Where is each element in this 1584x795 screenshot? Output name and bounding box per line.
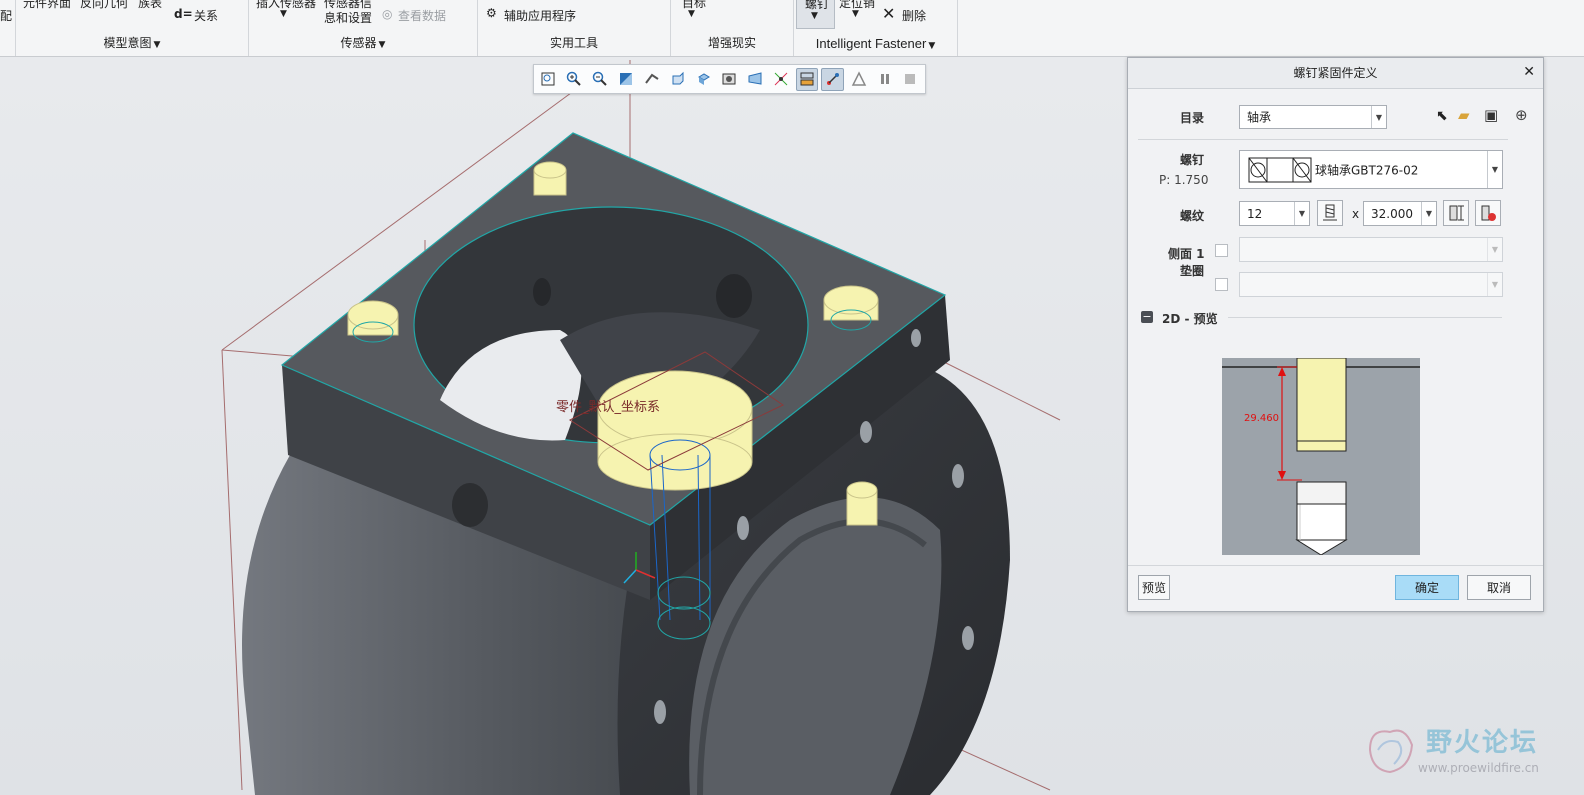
relations-button[interactable]: 关系	[194, 7, 218, 24]
side1-checkbox[interactable]	[1215, 244, 1228, 257]
delete-button[interactable]: 删除	[902, 7, 926, 24]
view-toolbar	[533, 64, 926, 94]
delete-icon: ✕	[882, 4, 896, 23]
dimension-label: 29.460	[1244, 413, 1279, 424]
chevron-down-icon: ▼	[1487, 238, 1502, 261]
chevron-down-icon: ▼	[1294, 202, 1309, 225]
chevron-down-icon: ▼	[1371, 106, 1386, 128]
thread-size-value: 12	[1247, 206, 1263, 221]
flip-geometry-button[interactable]: 反向几何	[80, 0, 128, 11]
csys-label: 零件_默认_坐标系	[556, 400, 661, 415]
divider	[1228, 317, 1502, 318]
sensor-info-button[interactable]: 息和设置	[324, 9, 372, 26]
thread-size-select[interactable]: 12 ▼	[1239, 201, 1310, 226]
component-interface-button[interactable]: 元件界面	[23, 0, 71, 11]
times-separator: x	[1352, 207, 1360, 221]
refit-icon[interactable]	[537, 68, 560, 91]
washer-label: 垫圈	[1180, 264, 1205, 278]
ribbon-group-fastener: 螺钉 ▼ 定位销 ▼ ✕ 删除 Intelligent Fastener ▼	[794, 0, 958, 56]
washer-checkbox[interactable]	[1215, 278, 1228, 291]
side1-select[interactable]: ▼	[1239, 237, 1503, 262]
screw-length-icon[interactable]	[1443, 200, 1469, 226]
repaint-icon[interactable]	[615, 68, 638, 91]
divider	[1128, 565, 1543, 566]
watermark-url: www.proewildfire.cn	[1418, 761, 1539, 775]
ribbon-cut-label: 配	[0, 9, 13, 23]
group-label-fastener[interactable]: Intelligent Fastener ▼	[794, 36, 957, 51]
ok-button[interactable]: 确定	[1395, 575, 1459, 600]
watermark-logo-icon	[1368, 729, 1414, 774]
ribbon: 配 元件界面 反向几何 族表 d= 关系 模型意图 ▼ 插入传感器 ▼ 传感器信 …	[0, 0, 1584, 57]
group-label-utilities: 实用工具	[549, 36, 598, 50]
chevron-down-icon: ▼	[1487, 273, 1502, 296]
thread-length-value: 32.000	[1371, 206, 1413, 221]
group-label-ar: 增强现实	[707, 36, 756, 50]
screw-label: 螺钉	[1180, 153, 1205, 167]
divider	[1138, 139, 1508, 140]
chevron-down-icon: ▼	[1487, 151, 1502, 188]
watermark-title: 野火论坛	[1426, 728, 1539, 758]
preview-2d-canvas: 29.460	[1222, 357, 1420, 556]
zoom-in-icon[interactable]	[563, 68, 586, 91]
preview-button[interactable]: 预览	[1138, 575, 1170, 600]
zoom-out-icon[interactable]	[589, 68, 612, 91]
chevron-down-icon: ▼	[1421, 202, 1436, 225]
view-data-icon: ◎	[382, 7, 393, 21]
catalog-label: 目录	[1180, 111, 1205, 125]
cancel-button[interactable]: 取消	[1467, 575, 1531, 600]
simulation-icon[interactable]	[847, 68, 870, 91]
thread-length-select[interactable]: 32.000 ▼	[1363, 201, 1437, 226]
save-icon[interactable]: ▣	[1484, 106, 1498, 124]
pause-icon[interactable]	[873, 68, 896, 91]
view-data-button[interactable]: 查看数据	[398, 7, 446, 24]
ribbon-group-model-intent: 元件界面 反向几何 族表 d= 关系 模型意图 ▼	[16, 0, 249, 56]
view-manager-icon[interactable]	[640, 68, 663, 91]
thread-label: 螺纹	[1180, 209, 1205, 223]
display-style-icon[interactable]	[718, 68, 741, 91]
bearing-icon	[1248, 157, 1312, 183]
screw-value: 球轴承GBT276-02	[1315, 163, 1419, 177]
close-icon[interactable]: ✕	[1523, 64, 1535, 80]
perspective-icon[interactable]	[744, 68, 767, 91]
preview-drawing	[1222, 357, 1420, 556]
ribbon-group-partial: 配	[0, 0, 16, 56]
catalog-value: 轴承	[1247, 110, 1272, 125]
chevron-down-icon[interactable]: ▼	[688, 9, 695, 19]
chevron-down-icon[interactable]: ▼	[280, 9, 287, 19]
screw-select[interactable]: 球轴承GBT276-02 ▼	[1239, 150, 1503, 189]
aux-app-icon: ⚙	[486, 6, 497, 20]
relations-icon: d=	[174, 7, 193, 21]
bolt-button[interactable]: 螺钉 ▼	[796, 0, 835, 29]
named-views-icon[interactable]	[692, 68, 715, 91]
screw-reset-icon[interactable]	[1475, 200, 1501, 226]
catalog-select[interactable]: 轴承 ▼	[1239, 105, 1387, 129]
group-label-sensors[interactable]: 传感器 ▼	[249, 34, 477, 51]
dialog-title: 螺钉紧固件定义	[1128, 58, 1543, 89]
thread-type-icon[interactable]	[1317, 200, 1343, 226]
annotation-display-icon[interactable]	[795, 67, 819, 91]
fastener-definition-dialog: 螺钉紧固件定义 ✕ 目录 轴承 ▼ ⬉ ▰ ▣ ⊕ 螺钉 P: 1.750 球轴…	[1127, 57, 1544, 612]
chevron-down-icon[interactable]: ▼	[852, 9, 859, 19]
saved-orientations-icon[interactable]	[666, 68, 689, 91]
open-folder-icon[interactable]: ▰	[1458, 106, 1470, 124]
spin-center-icon[interactable]	[821, 67, 845, 91]
aux-app-button[interactable]: 辅助应用程序	[504, 7, 576, 24]
washer-select[interactable]: ▼	[1239, 272, 1503, 297]
add-icon[interactable]: ⊕	[1515, 106, 1528, 124]
pitch-label: P: 1.750	[1159, 173, 1209, 187]
stop-icon[interactable]	[899, 68, 922, 91]
collapse-icon[interactable]: −	[1141, 311, 1153, 323]
side1-label: 侧面 1	[1168, 247, 1205, 261]
chevron-down-icon: ▼	[811, 11, 818, 21]
ribbon-group-sensors: 插入传感器 ▼ 传感器信 息和设置 ◎ 查看数据 传感器 ▼	[249, 0, 478, 56]
preview-section-title: 2D - 预览	[1162, 312, 1218, 326]
ribbon-group-ar: 目标 ▼ 增强现实	[671, 0, 794, 56]
forum-watermark: 野火论坛 www.proewildfire.cn	[1358, 720, 1558, 782]
family-table-button[interactable]: 族表	[138, 0, 162, 11]
ribbon-group-utilities: ⚙ 辅助应用程序 实用工具	[478, 0, 671, 56]
group-label-model-intent[interactable]: 模型意图 ▼	[16, 34, 248, 51]
cursor-select-icon[interactable]: ⬉	[1436, 108, 1448, 124]
datum-display-icon[interactable]	[770, 68, 793, 91]
